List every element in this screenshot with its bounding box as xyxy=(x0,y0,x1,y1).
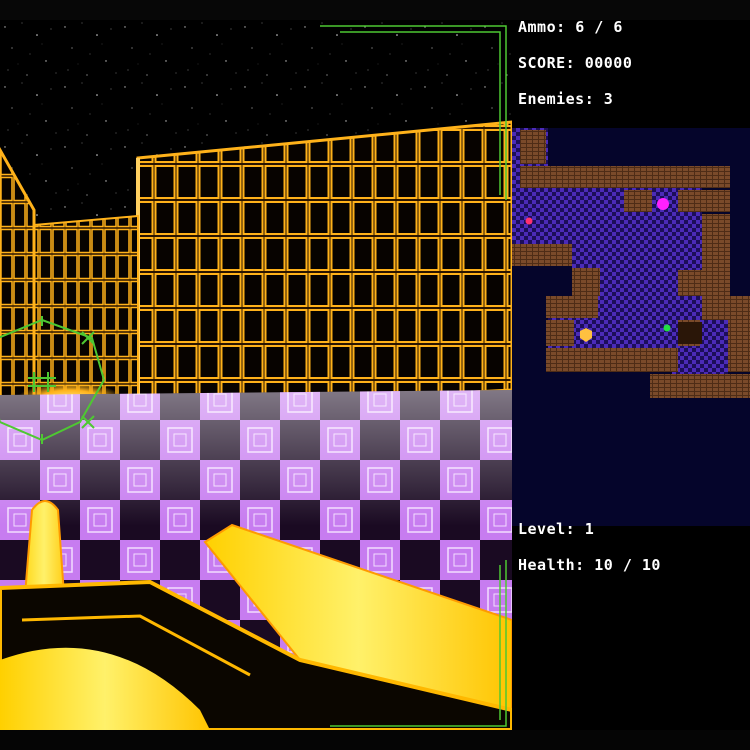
minimap-door xyxy=(678,322,702,344)
game-viewport[interactable] xyxy=(0,20,512,730)
score-value: 00000 xyxy=(584,54,633,72)
enemy-marker-icon xyxy=(657,198,669,210)
health-current: 10 xyxy=(594,556,614,574)
ammo-current: 6 xyxy=(575,18,585,36)
bottom-bar xyxy=(0,730,750,750)
ammo-separator: / xyxy=(594,18,604,36)
enemy-marker-icon xyxy=(525,217,533,225)
health-separator: / xyxy=(622,556,633,574)
top-bar xyxy=(0,0,750,21)
score-display: SCORE: 00000 xyxy=(518,54,632,72)
ammo-max: 6 xyxy=(613,18,623,36)
level-value: 1 xyxy=(584,520,595,538)
enemies-value: 3 xyxy=(603,90,614,108)
health-label: Health: xyxy=(518,556,585,574)
level-display: Level: 1 xyxy=(518,520,594,538)
hud-panel: Ammo: 6 / 6 SCORE: 00000 Enemies: 3 Leve… xyxy=(512,18,750,730)
health-display: Health: 10 / 10 xyxy=(518,556,661,574)
level-label: Level: xyxy=(518,520,576,538)
ammo-display: Ammo: 6 / 6 xyxy=(518,18,623,36)
enemies-display: Enemies: 3 xyxy=(518,90,613,108)
ammo-label: Ammo: xyxy=(518,18,566,36)
health-max: 10 xyxy=(641,556,661,574)
minimap xyxy=(512,128,750,526)
enemies-label: Enemies: xyxy=(518,90,595,108)
building-back xyxy=(33,214,139,404)
building-right xyxy=(136,120,512,412)
enemy-marker-icon xyxy=(663,324,671,332)
score-label: SCORE: xyxy=(518,54,576,72)
